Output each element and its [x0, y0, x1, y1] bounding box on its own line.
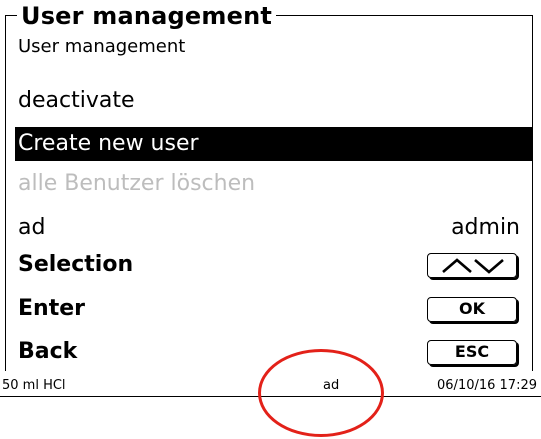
- status-user: ad: [323, 378, 340, 393]
- status-datetime: 06/10/16 17:29: [437, 378, 537, 393]
- current-user-row: ad admin: [15, 211, 533, 245]
- status-bar: 50 ml HCl ad 06/10/16 17:29: [0, 376, 541, 397]
- back-row: Back ESC: [15, 335, 533, 369]
- ok-key[interactable]: OK: [427, 297, 517, 322]
- up-down-key[interactable]: [427, 253, 517, 278]
- back-label: Back: [18, 339, 78, 364]
- esc-key[interactable]: ESC: [427, 340, 517, 365]
- menu-item-create-new-user[interactable]: Create new user: [15, 127, 533, 161]
- menu-item-label: alle Benutzer löschen: [18, 171, 256, 196]
- page-title: User management: [17, 2, 277, 30]
- menu-item-delete-all-users: alle Benutzer löschen: [15, 167, 533, 201]
- menu-item-label: deactivate: [18, 88, 135, 113]
- enter-row: Enter OK: [15, 292, 533, 326]
- status-method: 50 ml HCl: [2, 378, 66, 393]
- up-down-arrows-icon: [442, 258, 504, 274]
- page-subtitle: User management: [18, 36, 186, 57]
- current-user-value: admin: [451, 215, 520, 240]
- current-user-label: ad: [18, 215, 46, 240]
- selection-label: Selection: [18, 252, 134, 277]
- selection-row: Selection: [15, 248, 533, 282]
- menu-item-deactivate[interactable]: deactivate: [15, 84, 533, 118]
- menu-item-label: Create new user: [18, 131, 199, 156]
- enter-label: Enter: [18, 296, 85, 321]
